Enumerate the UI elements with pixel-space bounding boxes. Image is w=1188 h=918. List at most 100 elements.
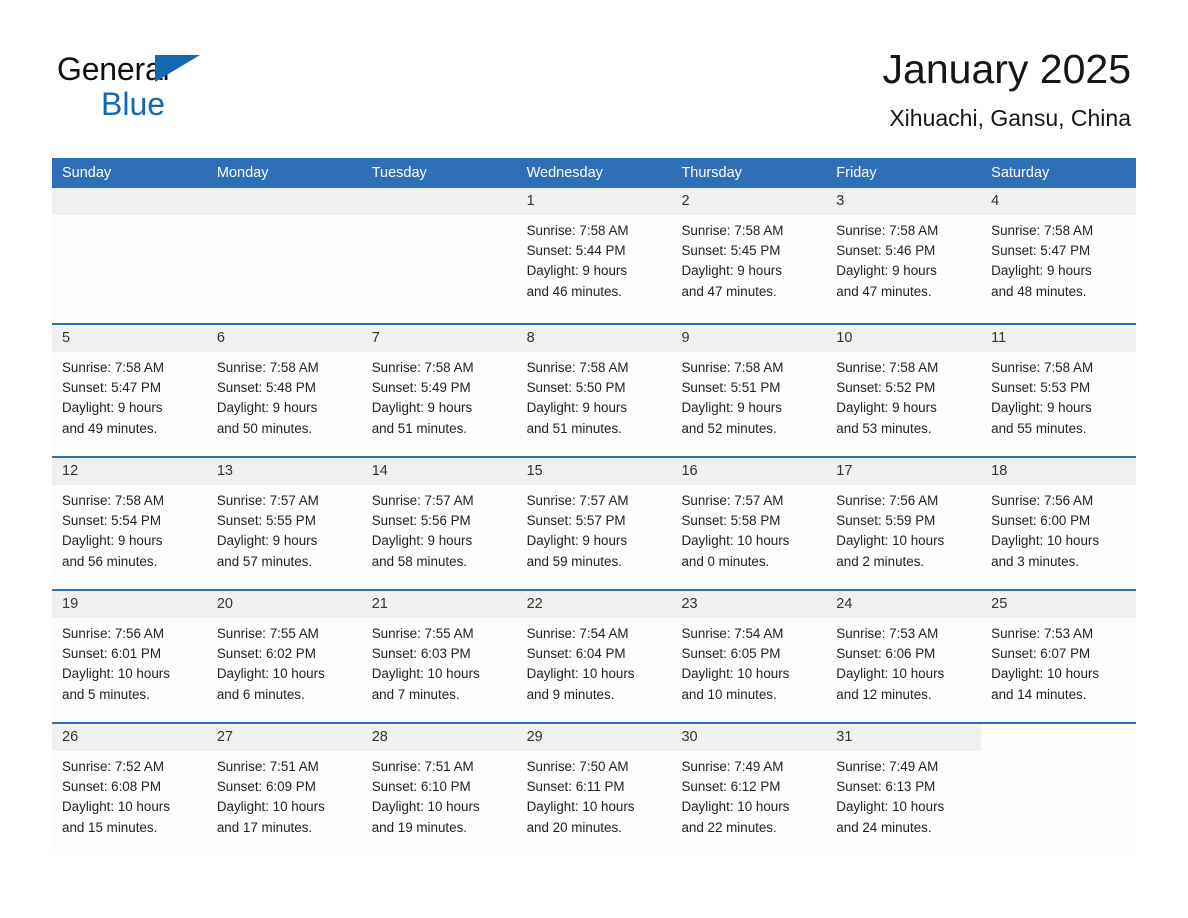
day-cell[interactable]: 15 Sunrise: 7:57 AM Sunset: 5:57 PM Dayligh…: [516, 458, 672, 589]
calendar-weeks: 1 Sunrise: 7:58 AM Sunset: 5:44 PM Daylight…: [52, 188, 1137, 855]
day-details: Sunrise: 7:51 AM Sunset: 6:09 PM Daylight:…: [207, 751, 362, 838]
calendar-week-row: 12 Sunrise: 7:58 AM Sunset: 5:54 PM Dayligh…: [52, 456, 1137, 589]
day-cell[interactable]: 10 Sunrise: 7:58 AM Sunset: 5:52 PM Dayligh…: [826, 325, 982, 456]
day-number: 30: [681, 729, 698, 745]
day-number-band: 25: [981, 591, 1137, 618]
day-cell[interactable]: 4 Sunrise: 7:58 AM Sunset: 5:47 PM Daylight…: [981, 188, 1137, 323]
day-number-band: 28: [361, 724, 517, 751]
day-cell[interactable]: 27 Sunrise: 7:51 AM Sunset: 6:09 PM Dayligh…: [206, 724, 362, 855]
day-detail-line: Sunrise: 7:55 AM: [371, 626, 474, 641]
day-cell[interactable]: 20 Sunrise: 7:55 AM Sunset: 6:02 PM Dayligh…: [206, 591, 362, 722]
day-details: Sunrise: 7:55 AM Sunset: 6:02 PM Daylight:…: [207, 618, 362, 705]
day-cell[interactable]: 5 Sunrise: 7:58 AM Sunset: 5:47 PM Daylight…: [52, 325, 207, 456]
day-number: 31: [836, 729, 853, 745]
day-detail-line: Sunset: 5:45 PM: [681, 243, 781, 259]
day-cell[interactable]: 13 Sunrise: 7:57 AM Sunset: 5:55 PM Dayligh…: [206, 458, 362, 589]
day-cell[interactable]: 22 Sunrise: 7:54 AM Sunset: 6:04 PM Dayligh…: [516, 591, 672, 722]
day-cell[interactable]: 25 Sunrise: 7:53 AM Sunset: 6:07 PM Dayligh…: [981, 591, 1137, 722]
day-cell[interactable]: 11 Sunrise: 7:58 AM Sunset: 5:53 PM Dayligh…: [981, 325, 1137, 456]
day-detail-line: and 47 minutes.: [836, 283, 932, 299]
day-detail-line: and 52 minutes.: [681, 420, 777, 436]
day-number: 6: [216, 330, 225, 346]
day-detail-line: Daylight: 9 hours: [836, 263, 937, 279]
day-details: [207, 215, 362, 221]
day-detail-line: Sunset: 5:54 PM: [62, 513, 161, 529]
day-detail-line: Daylight: 9 hours: [216, 400, 318, 416]
day-details: Sunrise: 7:57 AM Sunset: 5:57 PM Daylight:…: [517, 485, 672, 572]
day-detail-line: Sunset: 5:49 PM: [371, 380, 471, 396]
day-detail-line: Sunrise: 7:50 AM: [526, 759, 629, 774]
day-detail-line: Sunrise: 7:56 AM: [62, 626, 164, 641]
day-detail-line: and 58 minutes.: [371, 553, 468, 569]
day-number-band: 15: [516, 458, 672, 485]
day-cell[interactable]: 16 Sunrise: 7:57 AM Sunset: 5:58 PM Dayligh…: [671, 458, 827, 589]
day-cell[interactable]: 17 Sunrise: 7:56 AM Sunset: 5:59 PM Dayligh…: [826, 458, 982, 589]
day-cell-empty: [206, 188, 362, 323]
day-number: 24: [836, 596, 853, 612]
day-cell[interactable]: 14 Sunrise: 7:57 AM Sunset: 5:56 PM Dayligh…: [361, 458, 517, 589]
day-cell[interactable]: 19 Sunrise: 7:56 AM Sunset: 6:01 PM Dayligh…: [52, 591, 207, 722]
day-cell[interactable]: 29 Sunrise: 7:50 AM Sunset: 6:11 PM Dayligh…: [516, 724, 672, 855]
day-detail-line: Sunrise: 7:49 AM: [836, 759, 939, 774]
day-number: 15: [526, 463, 543, 479]
day-number: 14: [371, 463, 388, 479]
day-detail-line: Sunset: 6:05 PM: [681, 646, 781, 662]
day-detail-line: Sunrise: 7:51 AM: [371, 759, 474, 774]
day-number-band: 20: [206, 591, 362, 618]
day-detail-line: Sunrise: 7:58 AM: [62, 493, 164, 508]
day-detail-line: Sunset: 6:02 PM: [216, 646, 316, 662]
day-cell[interactable]: 18 Sunrise: 7:56 AM Sunset: 6:00 PM Dayligh…: [981, 458, 1137, 589]
day-number: 10: [836, 330, 853, 346]
day-detail-line: Daylight: 10 hours: [681, 533, 790, 549]
day-detail-line: and 50 minutes.: [216, 420, 313, 436]
day-cell[interactable]: 31 Sunrise: 7:49 AM Sunset: 6:13 PM Dayligh…: [826, 724, 982, 855]
day-detail-line: Sunrise: 7:53 AM: [836, 626, 939, 641]
day-detail-line: Sunrise: 7:57 AM: [526, 493, 629, 508]
day-detail-line: Daylight: 10 hours: [371, 799, 480, 815]
day-detail-line: Sunset: 6:03 PM: [371, 646, 471, 662]
day-number-band: 17: [826, 458, 982, 485]
day-number-band: [361, 188, 517, 215]
day-cell[interactable]: 24 Sunrise: 7:53 AM Sunset: 6:06 PM Dayligh…: [826, 591, 982, 722]
day-number: 1: [526, 193, 535, 209]
day-details: Sunrise: 7:58 AM Sunset: 5:52 PM Daylight:…: [826, 352, 981, 439]
day-details: Sunrise: 7:58 AM Sunset: 5:46 PM Daylight:…: [826, 215, 981, 302]
day-cell[interactable]: 3 Sunrise: 7:58 AM Sunset: 5:46 PM Daylight…: [826, 188, 982, 323]
day-number: 29: [526, 729, 543, 745]
day-detail-line: Sunrise: 7:52 AM: [62, 759, 164, 774]
day-cell[interactable]: 26 Sunrise: 7:52 AM Sunset: 6:08 PM Dayligh…: [52, 724, 207, 855]
day-number: 26: [62, 729, 79, 745]
general-blue-logo[interactable]: General Blue: [57, 50, 317, 124]
day-detail-line: and 56 minutes.: [62, 553, 158, 569]
day-detail-line: Daylight: 10 hours: [681, 666, 790, 682]
calendar-week-row: 19 Sunrise: 7:56 AM Sunset: 6:01 PM Dayligh…: [52, 589, 1137, 722]
day-number-band: 7: [361, 325, 517, 352]
day-number-band: 3: [826, 188, 982, 215]
day-number: 17: [836, 463, 853, 479]
day-number-band: 22: [516, 591, 672, 618]
day-cell[interactable]: 28 Sunrise: 7:51 AM Sunset: 6:10 PM Dayligh…: [361, 724, 517, 855]
day-cell[interactable]: 30 Sunrise: 7:49 AM Sunset: 6:12 PM Dayligh…: [671, 724, 827, 855]
day-details: Sunrise: 7:49 AM Sunset: 6:13 PM Daylight:…: [826, 751, 981, 838]
title-block: January 2025 Xihuachi, Gansu, China: [883, 44, 1131, 133]
day-details: Sunrise: 7:58 AM Sunset: 5:48 PM Daylight:…: [207, 352, 362, 439]
day-detail-line: Daylight: 9 hours: [526, 400, 628, 416]
calendar-grid: Sunday Monday Tuesday Wednesday Thursday Frid…: [52, 158, 1137, 855]
day-number-band: 21: [361, 591, 517, 618]
day-cell[interactable]: 21 Sunrise: 7:55 AM Sunset: 6:03 PM Dayligh…: [361, 591, 517, 722]
day-number-band: 30: [671, 724, 827, 751]
day-cell[interactable]: 8 Sunrise: 7:58 AM Sunset: 5:50 PM Daylight…: [516, 325, 672, 456]
day-detail-line: Daylight: 9 hours: [681, 400, 782, 416]
day-cell[interactable]: 7 Sunrise: 7:58 AM Sunset: 5:49 PM Daylight…: [361, 325, 517, 456]
day-detail-line: Daylight: 9 hours: [216, 533, 318, 549]
day-cell[interactable]: 2 Sunrise: 7:58 AM Sunset: 5:45 PM Daylight…: [671, 188, 827, 323]
day-cell[interactable]: 9 Sunrise: 7:58 AM Sunset: 5:51 PM Daylight…: [671, 325, 827, 456]
day-number: 8: [526, 330, 535, 346]
day-number-band: [206, 188, 362, 215]
weekday-header-monday: Monday: [216, 165, 269, 181]
day-cell[interactable]: 6 Sunrise: 7:58 AM Sunset: 5:48 PM Daylight…: [206, 325, 362, 456]
day-cell[interactable]: 12 Sunrise: 7:58 AM Sunset: 5:54 PM Dayligh…: [52, 458, 207, 589]
day-cell[interactable]: 23 Sunrise: 7:54 AM Sunset: 6:05 PM Dayligh…: [671, 591, 827, 722]
day-cell[interactable]: 1 Sunrise: 7:58 AM Sunset: 5:44 PM Daylight…: [516, 188, 672, 323]
day-cell-empty: [981, 724, 1137, 855]
